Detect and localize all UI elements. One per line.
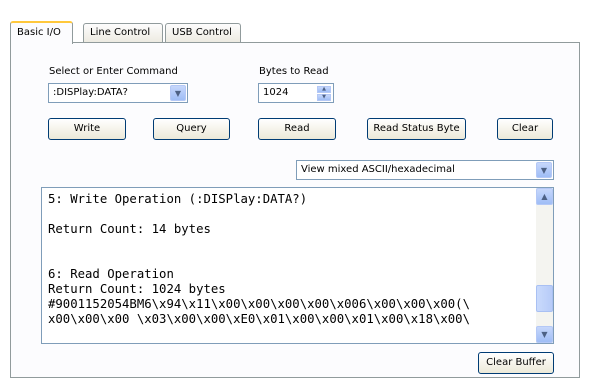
- output-line: #9001152054BM6\x94\x11\x00\x00\x00\x00\x…: [48, 297, 470, 311]
- view-mode-select[interactable]: View mixed ASCII/hexadecimal ▼: [296, 160, 554, 180]
- read-button[interactable]: Read: [258, 118, 336, 140]
- scrollbar-thumb[interactable]: [536, 285, 553, 312]
- output-lines: 5: Write Operation (:DISPlay:DATA?) Retur…: [48, 192, 532, 327]
- command-combo[interactable]: :DISPlay:DATA? ▼: [48, 83, 188, 103]
- command-value[interactable]: :DISPlay:DATA?: [53, 87, 128, 98]
- arrow-up-icon[interactable]: ▲: [536, 188, 553, 205]
- output-textarea[interactable]: 5: Write Operation (:DISPlay:DATA?) Retur…: [41, 187, 554, 344]
- tab-usb-control[interactable]: USB Control: [165, 23, 241, 43]
- tab-basic-io[interactable]: Basic I/O: [10, 21, 73, 44]
- spinner-buttons[interactable]: ▲ ▼: [317, 86, 331, 101]
- bytes-spinner[interactable]: 1024 ▲ ▼: [258, 83, 334, 103]
- command-label: Select or Enter Command: [49, 66, 178, 77]
- chevron-down-icon[interactable]: ▼: [170, 85, 186, 101]
- bytes-value[interactable]: 1024: [263, 87, 288, 98]
- spin-down-icon[interactable]: ▼: [317, 94, 331, 101]
- tab-line-control[interactable]: Line Control: [83, 23, 163, 43]
- vertical-scrollbar[interactable]: ▲ ▼: [536, 188, 553, 343]
- query-button[interactable]: Query: [153, 118, 230, 140]
- bytes-label: Bytes to Read: [259, 66, 329, 77]
- output-line: 6: Read Operation: [48, 267, 174, 281]
- output-line: Return Count: 14 bytes: [48, 222, 211, 236]
- read-status-byte-button[interactable]: Read Status Byte: [367, 118, 466, 140]
- view-mode-value[interactable]: View mixed ASCII/hexadecimal: [301, 164, 455, 175]
- clear-button[interactable]: Clear: [497, 118, 553, 140]
- output-line: Return Count: 1024 bytes: [48, 282, 226, 296]
- clear-buffer-button[interactable]: Clear Buffer: [478, 352, 554, 374]
- output-line: x00\x00\x00 \x03\x00\x00\xE0\x01\x00\x00…: [48, 312, 470, 326]
- chevron-down-icon[interactable]: ▼: [536, 162, 552, 178]
- output-line: 5: Write Operation (:DISPlay:DATA?): [48, 192, 308, 206]
- arrow-down-icon[interactable]: ▼: [536, 326, 553, 343]
- write-button[interactable]: Write: [48, 118, 126, 140]
- spin-up-icon[interactable]: ▲: [317, 86, 331, 93]
